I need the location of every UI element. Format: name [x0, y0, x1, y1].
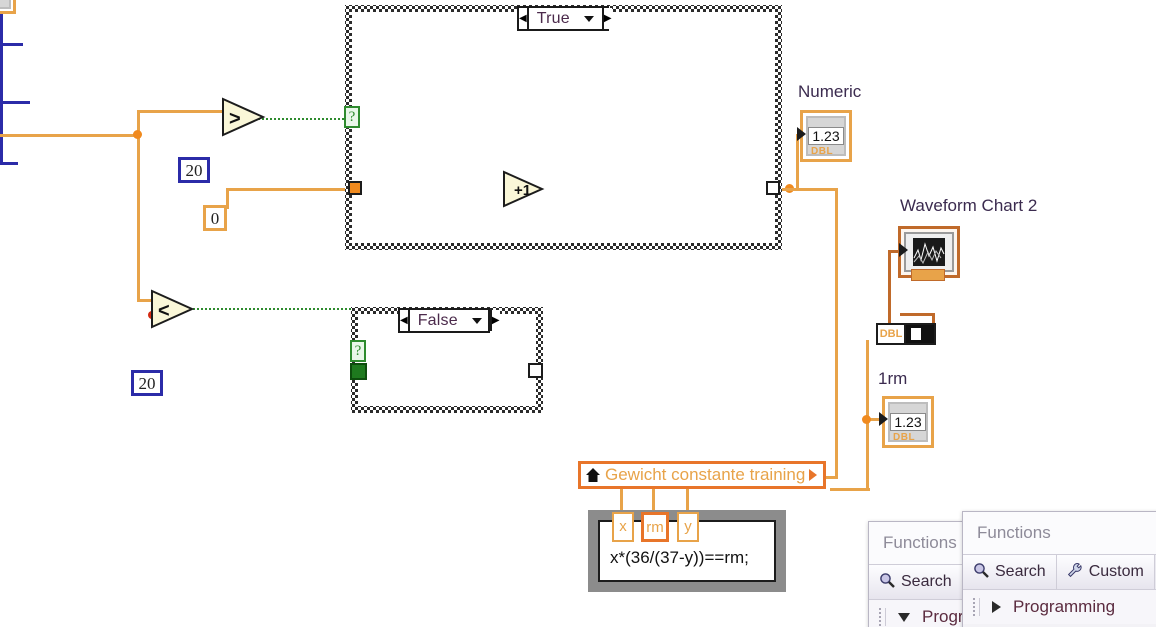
chevron-down-icon-false[interactable]	[471, 317, 482, 324]
onerm-indicator-label: 1rm	[878, 369, 908, 388]
wire-input-left	[0, 134, 140, 137]
subvi-title-bar[interactable]: Gewicht constante training	[578, 461, 826, 489]
constant-0[interactable]: 0	[203, 205, 227, 231]
case-prev-arrow-true[interactable]: ◀	[519, 8, 529, 29]
svg-text:<: <	[158, 300, 170, 322]
constant-20-upper[interactable]: 20	[178, 157, 210, 183]
onerm-indicator-datatype: DBL	[893, 432, 916, 443]
wire-const20-upper-horiz	[0, 43, 23, 46]
numeric-indicator-value: 1.23	[808, 127, 844, 145]
case-next-arrow-false[interactable]: ▶	[489, 310, 500, 331]
labview-block-diagram-canvas[interactable]: ◀ True ▶ ? +1 ◀ False ▶ ? > < 20 0 20 Nu…	[0, 0, 1156, 627]
wire-const20-lower-left	[0, 104, 3, 162]
numeric-indicator-datatype: DBL	[811, 146, 834, 157]
wire-left-trunk	[137, 134, 140, 302]
search-button-front[interactable]: Search	[963, 555, 1057, 589]
case-output-tunnel-false[interactable]	[528, 363, 543, 378]
onerm-indicator-inner: 1.23 DBL	[888, 402, 928, 443]
svg-text:>: >	[229, 108, 241, 130]
case-value-true: True	[536, 9, 570, 27]
subvi-title: Gewicht constante training	[605, 465, 806, 484]
constant-20-lower[interactable]: 20	[131, 370, 163, 396]
wire-1rm-bottom	[830, 488, 870, 491]
wire-const0-horiz	[226, 188, 355, 191]
wrench-icon-front	[1067, 562, 1083, 583]
formula-terminal-y[interactable]: y	[677, 512, 699, 542]
onerm-indicator[interactable]: 1.23 DBL	[882, 396, 934, 448]
wire-less-input	[0, 162, 18, 165]
case-selector-true[interactable]: ◀ True ▶	[517, 6, 612, 31]
case-prev-arrow-false[interactable]: ◀	[400, 310, 410, 331]
search-label-back: Search	[901, 573, 952, 590]
palette-grip-back[interactable]	[879, 608, 886, 626]
formula-terminal-x[interactable]: x	[612, 512, 634, 542]
formula-expression[interactable]: x*(36/(37-y))==rm;	[610, 548, 749, 568]
waveform-chart-plot-icon	[904, 232, 954, 272]
wire-down-to-subvi	[835, 188, 838, 478]
numeric-indicator[interactable]: 1.23 DBL	[800, 110, 852, 162]
offscreen-indicator-inner	[0, 0, 11, 9]
onerm-indicator-value: 1.23	[890, 413, 926, 431]
case-selector-label-false[interactable]: False	[410, 310, 490, 331]
case-value-false: False	[417, 311, 458, 329]
wire-junction-1rm	[862, 415, 871, 424]
chevron-down-icon-true[interactable]	[583, 15, 594, 22]
wire-subvi-bus	[620, 497, 690, 500]
numeric-input-arrow	[797, 127, 806, 141]
functions-palette-front-title: Functions	[963, 512, 1156, 554]
subvi-expand-arrow-icon[interactable]	[809, 469, 818, 481]
case-selector-terminal-true[interactable]: ?	[344, 106, 360, 128]
waveform-chart-label: Waveform Chart 2	[900, 196, 1038, 215]
case-selector-label-true[interactable]: True	[529, 8, 602, 29]
wire-to-numeric-vert	[796, 136, 799, 188]
to-double-label: DBL	[876, 323, 906, 345]
search-button-back[interactable]: Search	[869, 565, 963, 599]
wire-subvi-to-x	[620, 488, 623, 512]
case-next-arrow-true[interactable]: ▶	[601, 8, 612, 29]
chevron-down-icon-back[interactable]	[898, 612, 910, 622]
wire-const20-lower-horiz	[0, 101, 30, 104]
customize-label-front: Custom	[1088, 563, 1144, 580]
search-icon-back	[879, 572, 895, 593]
increment-function[interactable]: +1	[498, 169, 546, 209]
case-output-tunnel-true[interactable]	[766, 181, 780, 195]
case-input-tunnel-true[interactable]	[348, 181, 362, 195]
search-label-front: Search	[995, 563, 1046, 580]
waveform-chart-input-arrow	[899, 243, 908, 257]
onerm-input-arrow	[879, 412, 888, 426]
wire-const20-lower-vert	[0, 46, 3, 101]
formula-terminal-rm[interactable]: rm	[641, 512, 669, 542]
wire-conv-top	[900, 313, 935, 316]
search-icon-front	[973, 562, 989, 583]
greater-than-function[interactable]: >	[219, 96, 266, 137]
waveform-chart-legend	[911, 269, 945, 281]
less-than-function[interactable]: <	[148, 288, 195, 329]
numeric-indicator-inner: 1.23 DBL	[806, 116, 846, 157]
waveform-chart-screen	[913, 238, 945, 266]
functions-palette-front-toolbar[interactable]: Search Custom	[963, 554, 1156, 590]
chevron-right-icon-front[interactable]	[992, 601, 1001, 613]
functions-palette-front[interactable]: Functions Search Custom Programming	[962, 511, 1156, 627]
case-selector-false[interactable]: ◀ False ▶	[398, 308, 500, 333]
svg-text:+1: +1	[514, 182, 531, 199]
palette-tree-row-front[interactable]: Programming	[963, 590, 1156, 624]
offscreen-indicator-fragment[interactable]	[0, 0, 16, 14]
palette-grip-front[interactable]	[973, 598, 980, 616]
numeric-indicator-label: Numeric	[798, 82, 862, 101]
wire-to-greater-horiz	[137, 110, 222, 113]
to-double-conversion[interactable]: DBL	[876, 323, 936, 345]
palette-tree-label-front: Programming	[1013, 597, 1116, 616]
home-icon	[585, 467, 601, 483]
wire-junction-left	[133, 130, 142, 139]
case-selector-terminal-false[interactable]: ?	[350, 340, 366, 362]
case-input-tunnel-false[interactable]	[350, 363, 367, 380]
to-double-glyph-icon	[906, 323, 936, 345]
case-structure-true[interactable]	[345, 5, 782, 250]
customize-button-front[interactable]: Custom	[1056, 555, 1155, 589]
wire-subvi-to-y	[686, 488, 689, 512]
wire-boolean-false	[178, 308, 354, 310]
wire-subvi-to-rm	[652, 488, 655, 512]
